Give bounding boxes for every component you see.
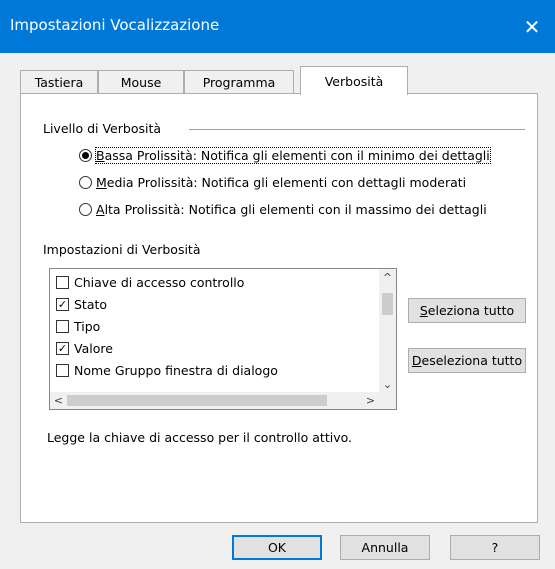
radio-label-media: Media Prolissità: Notifica gli elementi … [96, 175, 466, 190]
scroll-down-icon[interactable]: ⌄ [379, 376, 396, 393]
tab-verbosita[interactable]: Verbosità [300, 66, 408, 95]
deselect-all-label: Deseleziona tutto [412, 353, 522, 368]
verbosity-level-label: Livello di Verbosità [43, 121, 162, 136]
mnemonic-d: D [411, 353, 422, 368]
radio-text: edia Prolissità: Notifica gli elementi c… [106, 175, 467, 190]
checkbox-checked-icon[interactable]: ✓ [56, 341, 69, 355]
tab-label: Mouse [120, 75, 162, 90]
list-item-label: Nome Gruppo finestra di dialogo [74, 362, 278, 378]
cancel-button[interactable]: Annulla [340, 535, 430, 560]
tab-bar: Tastiera Mouse Programma Verbosità [20, 66, 540, 95]
vertical-scroll-thumb[interactable] [382, 293, 393, 315]
tab-label: Tastiera [34, 75, 84, 90]
list-item-label: Stato [74, 296, 108, 312]
checkbox-unchecked-icon[interactable] [56, 363, 69, 377]
radio-media-prolissita[interactable]: Media Prolissità: Notifica gli elementi … [79, 175, 466, 190]
item-description: Legge la chiave di accesso per il contro… [47, 430, 352, 445]
mnemonic-s: S [419, 303, 428, 318]
list-item-label: Tipo [74, 318, 101, 334]
button-text: eleziona tutto [427, 303, 515, 318]
checkbox-unchecked-icon[interactable] [56, 275, 69, 289]
scroll-up-icon[interactable]: ^ [379, 269, 396, 286]
dialog-window: Impostazioni Vocalizzazione ✕ Tastiera M… [0, 0, 555, 569]
mnemonic-a: A [96, 202, 105, 217]
list-item-chiave-accesso[interactable]: Chiave di accesso controllo [56, 271, 244, 293]
checkbox-checked-icon[interactable]: ✓ [56, 297, 69, 311]
scrollbar-corner [379, 392, 396, 409]
radio-text: lta Prolissità: Notifica gli elementi co… [104, 202, 487, 217]
radio-label-bassa: Bassa Prolissità: Notifica gli elementi … [95, 147, 491, 164]
radio-alta-prolissita[interactable]: Alta Prolissità: Notifica gli elementi c… [79, 202, 487, 217]
list-item-stato[interactable]: ✓ Stato [56, 293, 107, 315]
horizontal-scrollbar[interactable]: < > [50, 392, 379, 409]
radio-unselected-icon[interactable] [79, 203, 92, 216]
horizontal-scroll-thumb[interactable] [67, 395, 327, 406]
list-item-nome-gruppo[interactable]: Nome Gruppo finestra di dialogo [56, 359, 278, 381]
tab-mouse[interactable]: Mouse [98, 70, 184, 94]
vertical-scrollbar[interactable]: ^ ⌄ [379, 269, 396, 393]
list-item-valore[interactable]: ✓ Valore [56, 337, 113, 359]
radio-text: assa Prolissità: Notifica gli elementi c… [104, 148, 490, 163]
scroll-left-icon[interactable]: < [50, 392, 67, 409]
verbosity-settings-list[interactable]: Chiave di accesso controllo ✓ Stato Tipo… [49, 268, 397, 410]
checkbox-unchecked-icon[interactable] [56, 319, 69, 333]
mnemonic-b: B [96, 148, 105, 163]
radio-selected-icon[interactable] [79, 149, 92, 162]
select-all-button[interactable]: Seleziona tutto [408, 298, 526, 323]
list-item-tipo[interactable]: Tipo [56, 315, 100, 337]
list-item-label: Valore [74, 340, 113, 356]
radio-label-alta: Alta Prolissità: Notifica gli elementi c… [96, 202, 487, 217]
group-divider [189, 129, 525, 130]
tab-panel-verbosita: Livello di Verbosità Bassa Prolissità: N… [20, 93, 538, 523]
tab-tastiera[interactable]: Tastiera [20, 70, 98, 94]
list-item-label: Chiave di accesso controllo [74, 274, 245, 290]
mnemonic-m: M [96, 175, 107, 190]
radio-unselected-icon[interactable] [79, 176, 92, 189]
button-text: eseleziona tutto [421, 353, 523, 368]
tab-programma[interactable]: Programma [184, 70, 294, 94]
window-title: Impostazioni Vocalizzazione [10, 16, 220, 34]
verbosity-settings-label: Impostazioni di Verbosità [43, 242, 201, 257]
select-all-label: Seleziona tutto [420, 303, 514, 318]
tab-label: Verbosità [324, 73, 384, 89]
title-bar[interactable]: Impostazioni Vocalizzazione ✕ [0, 0, 555, 53]
ok-button[interactable]: OK [232, 535, 322, 560]
radio-bassa-prolissita[interactable]: Bassa Prolissità: Notifica gli elementi … [79, 147, 491, 164]
help-button[interactable]: ? [450, 535, 540, 560]
scroll-right-icon[interactable]: > [362, 392, 379, 409]
deselect-all-button[interactable]: Deseleziona tutto [408, 348, 526, 373]
tab-label: Programma [202, 75, 276, 90]
close-icon[interactable]: ✕ [509, 0, 555, 53]
